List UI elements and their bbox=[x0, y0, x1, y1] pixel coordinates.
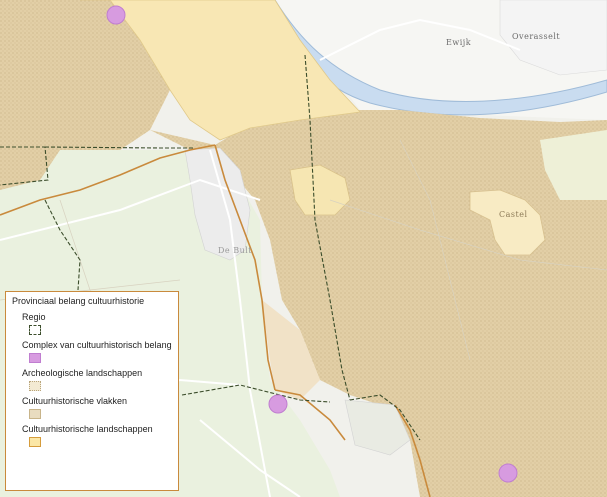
legend-label-regio: Regio bbox=[22, 312, 46, 322]
legend-item-landschappen: Cultuurhistorische landschappen bbox=[12, 424, 172, 447]
place-label-castel: Castel bbox=[499, 210, 528, 219]
legend-item-archeo: Archeologische landschappen bbox=[12, 368, 172, 391]
regio-swatch-icon bbox=[29, 325, 41, 335]
complex-swatch-icon bbox=[29, 353, 41, 363]
legend-label-vlakken: Cultuurhistorische vlakken bbox=[22, 396, 128, 406]
place-label-de-bult: De Bult bbox=[218, 246, 252, 255]
legend-label-landschappen: Cultuurhistorische landschappen bbox=[22, 424, 153, 434]
place-label-ewijk: Ewijk bbox=[446, 38, 472, 47]
legend-label-complex: Complex van cultuurhistorisch belang bbox=[22, 340, 172, 350]
legend-label-archeo: Archeologische landschappen bbox=[22, 368, 143, 378]
legend-title: Provinciaal belang cultuurhistorie bbox=[12, 296, 145, 306]
archeo-swatch-icon bbox=[29, 381, 41, 391]
place-label-overasselt: Overasselt bbox=[512, 32, 561, 41]
landschappen-swatch-icon bbox=[29, 437, 41, 447]
legend-item-complex: Complex van cultuurhistorisch belang bbox=[12, 340, 172, 363]
vlakken-swatch-icon bbox=[29, 409, 41, 419]
complex-marker-center[interactable] bbox=[268, 394, 288, 414]
legend-item-regio: Regio bbox=[12, 312, 172, 335]
complex-marker-south[interactable] bbox=[498, 463, 518, 483]
legend-item-vlakken: Cultuurhistorische vlakken bbox=[12, 396, 172, 419]
map-legend: Provinciaal belang cultuurhistorie Regio… bbox=[5, 291, 179, 491]
complex-marker-north[interactable] bbox=[106, 5, 126, 25]
